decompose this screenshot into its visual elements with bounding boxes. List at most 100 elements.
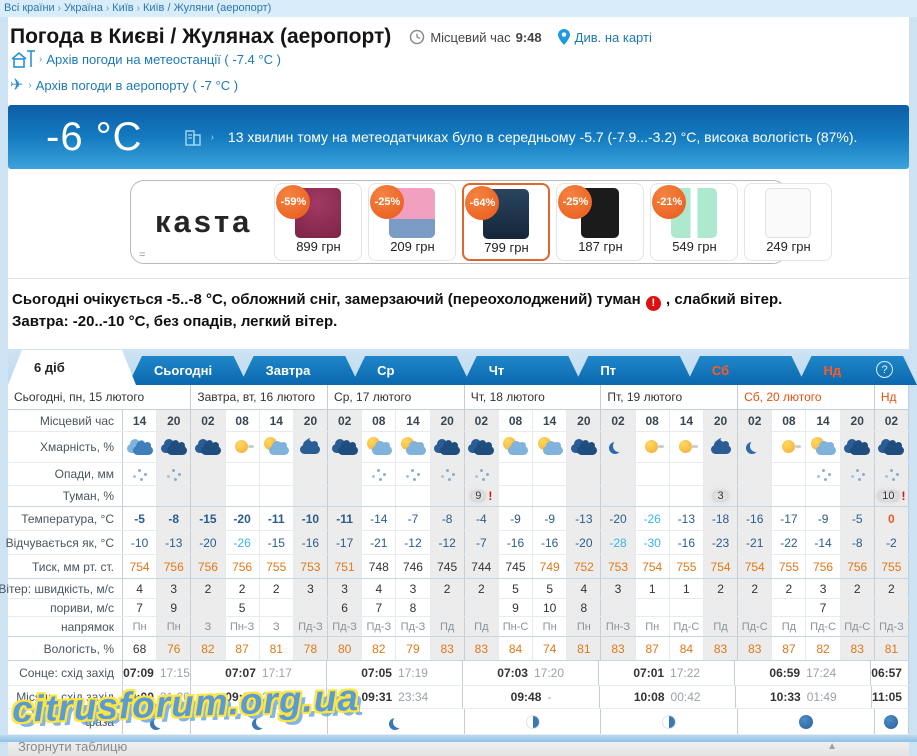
breadcrumb-link[interactable]: Всі країни: [4, 2, 55, 14]
time-cell: 14: [806, 410, 840, 431]
feels-like-row: Відчувається як, °C-10-13-20-26-15-16-17…: [8, 531, 909, 555]
moon-phase-row-cell: [601, 709, 738, 734]
day-header-row: Сьогодні, пн, 15 лютогоЗавтра, вт, 16 лю…: [8, 385, 909, 410]
up-arrow-icon[interactable]: ▲: [827, 741, 837, 752]
tab-Сьогодні[interactable]: Сьогодні: [128, 356, 248, 385]
sunset-time: 17:15: [160, 666, 190, 680]
ad-product[interactable]: -25%187 грн: [556, 183, 644, 261]
wind-speed-cell: 1: [670, 579, 704, 598]
day-header[interactable]: Завтра, вт, 16 лютого: [191, 385, 328, 409]
fog-cell: [499, 486, 533, 506]
tab-Ср[interactable]: Ср: [351, 356, 471, 385]
day-header[interactable]: Сб, 20 лютого: [738, 385, 875, 409]
wind-gust-cell: 8: [396, 599, 430, 616]
ad-product[interactable]: -25%209 грн: [368, 183, 456, 261]
breadcrumb-link[interactable]: Україна: [64, 2, 103, 14]
wind-gust-cell: [601, 599, 635, 616]
snow-dots-icon: [856, 469, 859, 472]
airport-archive-link[interactable]: Архів погоди в аеропорту ( -7 °C ): [36, 78, 238, 93]
day-header[interactable]: Чт, 18 лютого: [465, 385, 602, 409]
row-label: Вітер: швидкість, м/с: [8, 579, 123, 598]
fog-cell: [601, 486, 635, 506]
humidity-cell: 83: [465, 637, 499, 660]
ad-product[interactable]: 249 грн: [744, 183, 832, 261]
fog-cell: 10!: [875, 486, 909, 506]
tab-Нд[interactable]: Нд: [797, 356, 917, 385]
wind-speed-row: Вітер: швидкість, м/с4322233432255431122…: [8, 579, 909, 599]
weather-icon-moon: [601, 432, 635, 462]
weather-icon-sun-cloud: [396, 432, 430, 462]
tab-Пт[interactable]: Пт: [574, 356, 694, 385]
sunset-time: 17:19: [398, 666, 428, 680]
wind-gust-cell: [670, 599, 704, 616]
pressure-cell: 755: [260, 555, 294, 578]
snow-dots-icon: [377, 469, 380, 472]
precip-cell: [465, 463, 499, 485]
day-header[interactable]: Ср, 17 лютого: [328, 385, 465, 409]
row-label: Туман, %: [8, 486, 123, 506]
tab-Сб[interactable]: Сб: [686, 356, 806, 385]
precip-cell: [396, 463, 430, 485]
pressure-cell: 744: [465, 555, 499, 578]
weather-icon: [842, 436, 872, 458]
wind-speed-cell: 4: [567, 579, 601, 598]
weather-icon-clouds-night: [875, 432, 909, 462]
temperature-cell: -9: [499, 507, 533, 530]
current-weather-banner: -6 °C › 13 хвилин тому на метеодатчиках …: [8, 105, 909, 169]
feels-like-cell: -16: [670, 531, 704, 554]
moon-phase-row-cell: [191, 709, 328, 734]
fog-cell: [841, 486, 875, 506]
feels-like-cell: -20: [191, 531, 225, 554]
temperature-cell: -10: [294, 507, 328, 530]
chevron-icon: ›: [39, 54, 42, 65]
moon-phase-icon: [393, 716, 405, 728]
wind-direction-cell: Пн: [533, 617, 567, 636]
ad-product[interactable]: -59%899 грн: [274, 183, 362, 261]
humidity-cell: 87: [636, 637, 670, 660]
map-link[interactable]: Див. на карті: [575, 30, 652, 45]
moon-times-row-cell: 10:0800:42: [600, 686, 736, 708]
feels-like-cell: -7: [465, 531, 499, 554]
sun-times-row-cell: 06:57: [871, 661, 909, 685]
wind-direction-cell: Пд-З: [875, 617, 909, 636]
feels-like-cell: -12: [431, 531, 465, 554]
kasta-logo[interactable]: каsта: [139, 204, 274, 240]
day-header[interactable]: Нд: [875, 385, 909, 409]
wind-direction-cell: З: [260, 617, 294, 636]
wind-gust-cell: [875, 599, 909, 616]
breadcrumb-link[interactable]: Київ: [112, 2, 133, 14]
moon-phase-row-cell: [123, 709, 191, 734]
help-icon[interactable]: ?: [876, 361, 893, 378]
breadcrumb-link[interactable]: Київ / Жуляни (аеропорт): [143, 2, 271, 14]
tab-6 діб[interactable]: 6 діб: [8, 350, 136, 385]
local-time: Місцевий час 9:48: [409, 29, 541, 45]
humidity-cell: 83: [841, 637, 875, 660]
tab-Чт[interactable]: Чт: [463, 356, 583, 385]
sun-times-row-cell: 07:0717:17: [191, 661, 327, 685]
ad-product[interactable]: -21%549 грн: [650, 183, 738, 261]
moon-phase-row-cell: [328, 709, 465, 734]
weather-icon-clouds-night: [567, 432, 601, 462]
building-icon: [183, 127, 203, 147]
ad-banner[interactable]: каsта -59%899 грн-25%209 грн-64%799 грн-…: [130, 180, 787, 264]
wind-gust-cell: [191, 599, 225, 616]
snow-dots-icon: [822, 469, 825, 472]
moonset-time: 01:49: [807, 690, 837, 704]
precip-cell: [738, 463, 772, 485]
ad-product[interactable]: -64%799 грн: [462, 183, 550, 261]
weather-icon: [295, 436, 325, 458]
feels-like-cell: -28: [601, 531, 635, 554]
station-archive-link[interactable]: Архів погоди на метеостанції ( -7.4 °C ): [46, 52, 281, 67]
sunset-time: 17:17: [262, 666, 292, 680]
time-cell: 14: [670, 410, 704, 431]
wind-speed-cell: 3: [396, 579, 430, 598]
day-header[interactable]: Пт, 19 лютого: [601, 385, 738, 409]
tab-Завтра[interactable]: Завтра: [240, 356, 360, 385]
weather-icon: [466, 436, 496, 458]
ad-menu-icon[interactable]: =: [139, 249, 145, 261]
weather-icon-clouds-night: [191, 432, 225, 462]
humidity-row: Вологість, %6876828781788082798383847481…: [8, 637, 909, 661]
pressure-cell: 755: [670, 555, 704, 578]
pressure-cell: 754: [738, 555, 772, 578]
day-header[interactable]: Сьогодні, пн, 15 лютого: [8, 385, 191, 409]
